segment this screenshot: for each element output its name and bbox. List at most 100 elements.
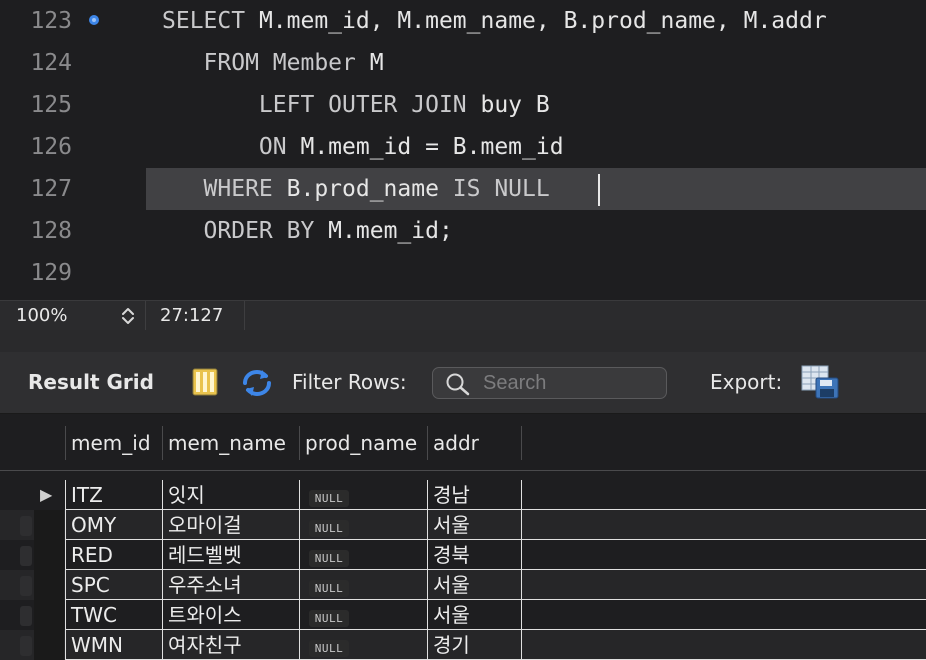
null-badge: NULL: [309, 520, 349, 537]
cell-mem-name[interactable]: 우주소녀: [162, 570, 299, 600]
cell-mem-name[interactable]: 트와이스: [162, 600, 299, 630]
cell-mem-id[interactable]: SPC: [65, 570, 162, 600]
cell-mem-name[interactable]: 오마이걸: [162, 510, 299, 540]
filter-search-box[interactable]: [432, 367, 667, 399]
line-number: 128: [30, 218, 72, 244]
code-line[interactable]: 126 ON M.mem_id = B.mem_id: [0, 126, 926, 168]
grid-filler-cell: [521, 600, 926, 630]
cell-addr[interactable]: 서울: [427, 570, 521, 600]
code-line[interactable]: 124 FROM Member M: [0, 42, 926, 84]
table-row[interactable]: ▶ ITZ 잇지 NULL 경남: [0, 480, 926, 510]
result-toolbar: Result Grid Filter Rows: Export:: [0, 352, 926, 414]
cell-addr[interactable]: 서울: [427, 600, 521, 630]
row-indicator[interactable]: [0, 510, 64, 540]
sql-editor[interactable]: 123 SELECT M.mem_id, M.mem_name, B.prod_n…: [0, 0, 926, 300]
cell-addr[interactable]: 경북: [427, 540, 521, 570]
line-number: 127: [30, 176, 72, 202]
cell-prod-name[interactable]: NULL: [299, 480, 427, 510]
cell-mem-name[interactable]: 잇지: [162, 480, 299, 510]
editor-status-bar: 100% 27:127: [0, 300, 926, 331]
cell-mem-id[interactable]: TWC: [65, 600, 162, 630]
row-gutter-mark: [20, 636, 32, 656]
grid-filler-cell: [521, 630, 926, 660]
column-header-addr[interactable]: addr: [427, 426, 521, 460]
column-header-mem-name[interactable]: mem_name: [162, 426, 299, 460]
table-row[interactable]: WMN 여자친구 NULL 경기: [0, 630, 926, 660]
row-indicator[interactable]: ▶: [0, 480, 64, 510]
current-row-arrow-icon: ▶: [40, 485, 53, 504]
line-number: 123: [30, 8, 72, 34]
code-line[interactable]: 123 SELECT M.mem_id, M.mem_name, B.prod_n…: [0, 0, 926, 42]
grid-filler-cell: [521, 510, 926, 540]
row-gutter-mark: [20, 606, 32, 626]
code-text: LEFT OUTER JOIN buy B: [162, 92, 550, 118]
code-line[interactable]: 129: [0, 252, 926, 294]
table-row[interactable]: OMY 오마이걸 NULL 서울: [0, 510, 926, 540]
grid-filler-cell: [521, 480, 926, 510]
cell-prod-name[interactable]: NULL: [299, 510, 427, 540]
cursor-position: 27:127: [160, 305, 224, 326]
null-badge: NULL: [309, 610, 349, 627]
code-text: FROM Member M: [162, 50, 384, 76]
cell-addr[interactable]: 경기: [427, 630, 521, 660]
code-line[interactable]: 127 WHERE B.prod_name IS NULL: [0, 168, 926, 210]
grid-header: mem_id mem_name prod_name addr: [0, 414, 926, 471]
grid-filler-cell: [521, 540, 926, 570]
null-badge: NULL: [309, 490, 349, 507]
export-save-icon[interactable]: [800, 364, 840, 400]
cell-mem-id[interactable]: OMY: [65, 510, 162, 540]
column-header-prod-name[interactable]: prod_name: [299, 426, 427, 460]
cell-mem-id[interactable]: RED: [65, 540, 162, 570]
code-line[interactable]: 128 ORDER BY M.mem_id;: [0, 210, 926, 252]
row-header: [34, 570, 64, 600]
code-line[interactable]: 125 LEFT OUTER JOIN buy B: [0, 84, 926, 126]
cell-addr[interactable]: 경남: [427, 480, 521, 510]
cell-prod-name[interactable]: NULL: [299, 540, 427, 570]
result-grid-tab[interactable]: Result Grid: [28, 352, 154, 412]
row-gutter-mark: [20, 576, 32, 596]
code-text: SELECT M.mem_id, M.mem_name, B.prod_name…: [162, 8, 827, 34]
line-number: 129: [30, 260, 72, 286]
status-divider: [244, 301, 245, 331]
line-number: 124: [30, 50, 72, 76]
cell-mem-name[interactable]: 레드벨벳: [162, 540, 299, 570]
null-badge: NULL: [309, 550, 349, 567]
row-header: [34, 510, 64, 540]
cell-prod-name[interactable]: NULL: [299, 600, 427, 630]
code-text: ON M.mem_id = B.mem_id: [162, 134, 564, 160]
row-indicator[interactable]: [0, 570, 64, 600]
code-text: ORDER BY M.mem_id;: [162, 218, 453, 244]
table-row[interactable]: TWC 트와이스 NULL 서울: [0, 600, 926, 630]
row-header: [34, 600, 64, 630]
row-gutter-mark: [20, 546, 32, 566]
row-indicator[interactable]: [0, 600, 64, 630]
line-number: 125: [30, 92, 72, 118]
row-header: [34, 540, 64, 570]
table-row[interactable]: SPC 우주소녀 NULL 서울: [0, 570, 926, 600]
cell-prod-name[interactable]: NULL: [299, 630, 427, 660]
row-indicator[interactable]: [0, 630, 64, 660]
cell-mem-name[interactable]: 여자친구: [162, 630, 299, 660]
cell-mem-id[interactable]: ITZ: [65, 480, 162, 510]
pane-divider[interactable]: [0, 330, 926, 352]
cell-prod-name[interactable]: NULL: [299, 570, 427, 600]
status-divider: [145, 301, 146, 331]
null-badge: NULL: [309, 580, 349, 597]
result-grid[interactable]: mem_id mem_name prod_name addr ▶ ITZ 잇지 NUL…: [0, 414, 926, 660]
breakpoint-dot-icon[interactable]: [88, 14, 100, 26]
table-row[interactable]: RED 레드벨벳 NULL 경북: [0, 540, 926, 570]
zoom-level[interactable]: 100%: [16, 301, 67, 331]
row-indicator[interactable]: [0, 540, 64, 570]
text-cursor: [598, 174, 600, 206]
cell-mem-id[interactable]: WMN: [65, 630, 162, 660]
row-gutter-mark: [20, 516, 32, 536]
cell-addr[interactable]: 서울: [427, 510, 521, 540]
up-down-stepper-icon[interactable]: [118, 305, 138, 327]
refresh-arrows-icon[interactable]: [240, 367, 274, 399]
line-number: 126: [30, 134, 72, 160]
column-header-mem-id[interactable]: mem_id: [65, 426, 162, 460]
grid-layout-icon[interactable]: [192, 368, 218, 396]
filter-rows-label: Filter Rows:: [292, 370, 407, 394]
grid-filler-cell: [521, 570, 926, 600]
search-input[interactable]: [483, 371, 653, 395]
